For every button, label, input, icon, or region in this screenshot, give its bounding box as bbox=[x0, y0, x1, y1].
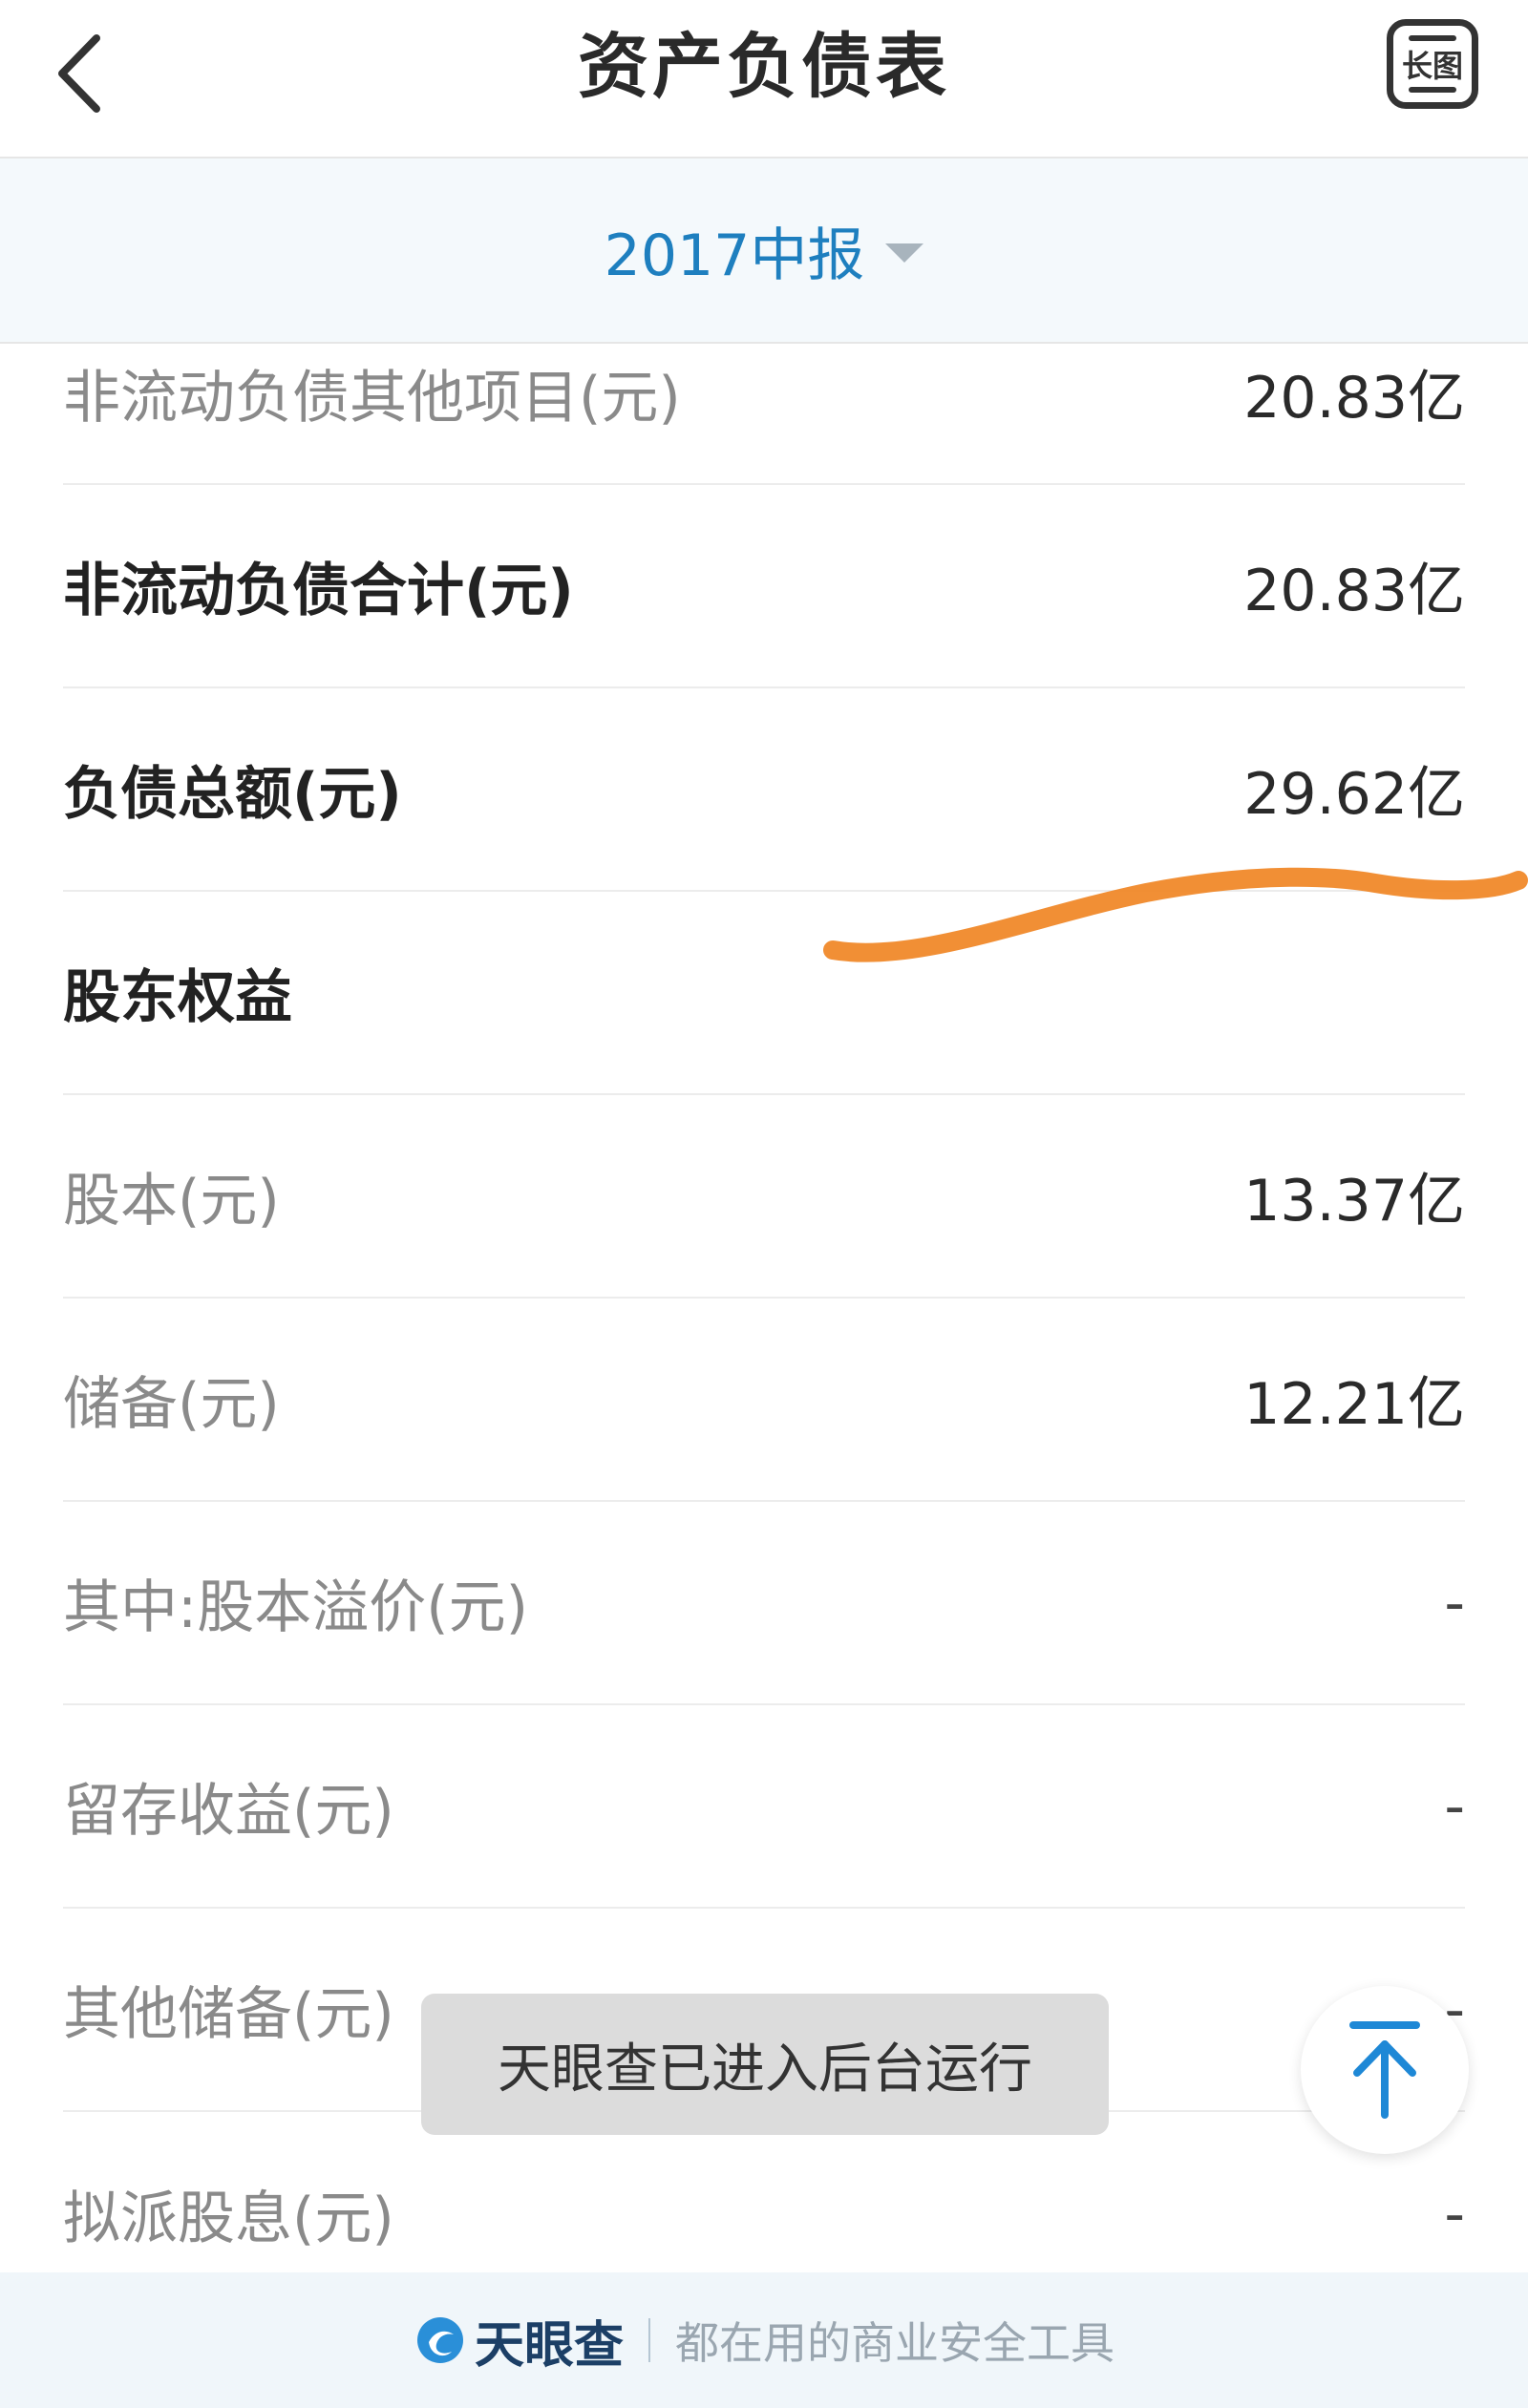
top-navigation-bar: 资产负债表 长图 bbox=[0, 0, 1528, 158]
tianyancha-logo-icon bbox=[416, 2317, 463, 2363]
report-period-value: 2017中报 bbox=[604, 222, 865, 289]
row-value: 20.83亿 bbox=[1243, 365, 1465, 432]
row-label: 留存收益(元) bbox=[63, 1778, 394, 1845]
divider bbox=[648, 2318, 650, 2362]
long-image-label: 长图 bbox=[1401, 48, 1463, 84]
report-period-dropdown[interactable]: 2017中报 bbox=[605, 209, 924, 292]
row-label: 非流动负债其他项目(元) bbox=[63, 365, 681, 432]
long-image-button[interactable]: 长图 bbox=[1387, 19, 1478, 109]
brand-name: 天眼查 bbox=[474, 2316, 624, 2375]
row-label: 储备(元) bbox=[63, 1371, 280, 1438]
list-item: 股本(元) 13.37亿 bbox=[63, 1095, 1465, 1299]
row-label: 其中:股本溢价(元) bbox=[63, 1574, 529, 1641]
report-period-bar: 2017中报 bbox=[0, 158, 1528, 344]
row-value: 29.62亿 bbox=[1243, 761, 1465, 828]
row-value: 13.37亿 bbox=[1243, 1168, 1465, 1235]
list-item: 留存收益(元) - bbox=[63, 1705, 1465, 1909]
row-value: - bbox=[1444, 2180, 1465, 2248]
list-item: 非流动负债合计(元) 20.83亿 bbox=[63, 485, 1465, 688]
row-value: 12.21亿 bbox=[1243, 1371, 1465, 1438]
toast-message: 天眼查已进入后台运行 bbox=[421, 1994, 1109, 2135]
section-header-row: 股东权益 bbox=[63, 892, 1465, 1095]
brand-slogan: 都在用的商业安全工具 bbox=[675, 2317, 1114, 2369]
row-value: 20.83亿 bbox=[1243, 558, 1465, 624]
list-item: 其中:股本溢价(元) - bbox=[63, 1502, 1465, 1705]
brand-logo: 天眼查 bbox=[414, 2305, 624, 2376]
list-item: 储备(元) 12.21亿 bbox=[63, 1299, 1465, 1502]
page-title: 资产负债表 bbox=[578, 26, 950, 108]
list-item: 负债总额(元) 29.62亿 bbox=[63, 688, 1465, 892]
back-to-top-button[interactable] bbox=[1301, 1986, 1469, 2154]
row-label: 拟派股息(元) bbox=[63, 2186, 394, 2252]
row-label: 其他储备(元) bbox=[63, 1981, 394, 2048]
row-value: - bbox=[1444, 1772, 1465, 1840]
caret-down-icon bbox=[885, 243, 924, 263]
list-item: 非流动负债其他项目(元) 20.83亿 bbox=[63, 344, 1465, 485]
arrow-up-to-top-icon bbox=[1349, 2021, 1420, 2119]
row-value: - bbox=[1444, 1569, 1465, 1637]
footer-brand-bar: 天眼查 都在用的商业安全工具 bbox=[0, 2272, 1528, 2408]
row-label: 非流动负债合计(元) bbox=[63, 558, 574, 624]
row-label: 负债总额(元) bbox=[63, 761, 402, 828]
section-title: 股东权益 bbox=[63, 964, 292, 1031]
row-label: 股本(元) bbox=[63, 1168, 280, 1235]
